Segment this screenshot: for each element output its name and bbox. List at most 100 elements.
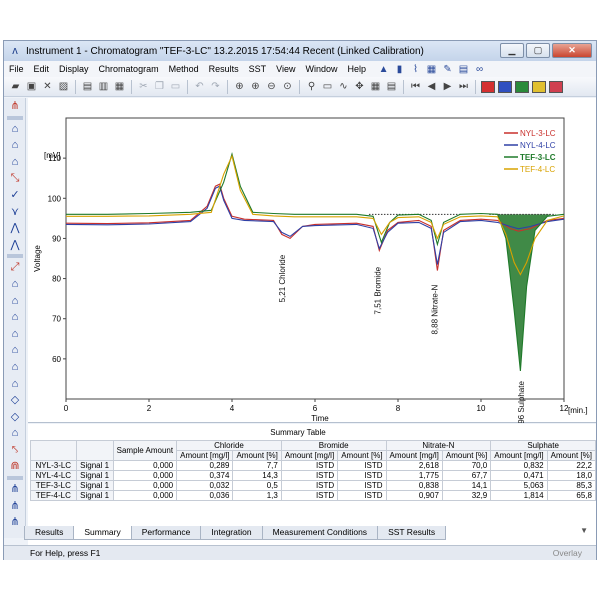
y-tick-label: 80 bbox=[52, 275, 61, 284]
chromatogram-chart[interactable]: NYL-3-LC NYL-4-LC TEF-3-LC TEF-4-LC 5,21 Chl… bbox=[28, 98, 596, 435]
app-icon: ᴧ bbox=[12, 45, 18, 57]
zoom-out-icon[interactable]: ⊖ bbox=[264, 79, 279, 94]
close-button[interactable]: ✕ bbox=[552, 43, 592, 58]
copy-icon[interactable]: ❐ bbox=[152, 79, 167, 94]
baseline-tool-11-icon[interactable]: ⌂ bbox=[7, 426, 23, 440]
plot-frame bbox=[65, 117, 565, 400]
redo-icon[interactable]: ↷ bbox=[208, 79, 223, 94]
baseline-tool-7-icon[interactable]: ⌂ bbox=[7, 360, 23, 374]
save-icon[interactable]: ▣ bbox=[24, 79, 39, 94]
cell: ISTD bbox=[337, 480, 387, 491]
table-row[interactable]: TEF-4-LC Signal 1 0,000 0,036 1,3 ISTD I… bbox=[30, 490, 597, 501]
next-icon[interactable]: ▶ bbox=[440, 79, 455, 94]
cell: 32,9 bbox=[441, 490, 492, 501]
tab-results[interactable]: Results bbox=[24, 526, 75, 540]
legend-entry: TEF-3-LC bbox=[520, 153, 556, 162]
row-sample: 0,000 bbox=[112, 460, 178, 471]
layout-icon[interactable]: ▤ bbox=[384, 79, 399, 94]
table-row[interactable]: NYL-4-LC Signal 1 0,000 0,374 14,3 ISTD … bbox=[30, 470, 597, 481]
minimize-button[interactable]: ▁ bbox=[500, 43, 524, 58]
peak-tool-8-icon[interactable]: ⋀ bbox=[7, 238, 23, 252]
zoom-icon[interactable]: ⊕ bbox=[232, 79, 247, 94]
menu-sst[interactable]: SST bbox=[244, 61, 272, 77]
menu-view[interactable]: View bbox=[271, 61, 300, 77]
paste-icon[interactable]: ▭ bbox=[168, 79, 183, 94]
peak-tool-1-icon[interactable]: ⌂ bbox=[7, 122, 23, 136]
peak-tool-5-icon[interactable]: ✓ bbox=[7, 188, 23, 202]
first-icon[interactable]: ⏮ bbox=[408, 79, 423, 94]
maximize-button[interactable]: ▢ bbox=[526, 43, 550, 58]
sequence-icon[interactable]: ▤ bbox=[457, 63, 470, 76]
peak-tool-2-icon[interactable]: ⌂ bbox=[7, 138, 23, 152]
table-row[interactable]: NYL-3-LC Signal 1 0,000 0,289 7,7 ISTD I… bbox=[30, 460, 597, 471]
move-icon[interactable]: ✥ bbox=[352, 79, 367, 94]
menu-edit[interactable]: Edit bbox=[29, 61, 55, 77]
menu-display[interactable]: Display bbox=[54, 61, 94, 77]
baseline-tool-1-icon[interactable]: ⤢ bbox=[7, 260, 23, 274]
delete-icon[interactable]: ✕ bbox=[40, 79, 55, 94]
export-icon[interactable]: ▨ bbox=[56, 79, 71, 94]
undo-icon[interactable]: ↶ bbox=[192, 79, 207, 94]
cut-icon[interactable]: ✂ bbox=[136, 79, 151, 94]
peak-id-tool-1-icon[interactable]: ⋔ bbox=[7, 482, 23, 496]
baseline-tool-10-icon[interactable]: ◇ bbox=[7, 410, 23, 424]
report-icon[interactable]: ✎ bbox=[441, 63, 454, 76]
tab-summary[interactable]: Summary bbox=[73, 526, 132, 540]
calibration-icon[interactable]: ▮ bbox=[393, 63, 406, 76]
baseline-tool-12-icon[interactable]: ⤣ bbox=[7, 443, 23, 457]
table-row[interactable]: TEF-3-LC Signal 1 0,000 0,032 0,5 ISTD I… bbox=[30, 480, 597, 491]
color-yellow-icon[interactable] bbox=[532, 80, 546, 93]
zoom-in-icon[interactable]: ⊕ bbox=[248, 79, 263, 94]
baseline-tool-3-icon[interactable]: ⌂ bbox=[7, 294, 23, 308]
menu-file[interactable]: File bbox=[4, 61, 29, 77]
tab-performance[interactable]: Performance bbox=[130, 526, 202, 540]
cell: 85,3 bbox=[546, 480, 597, 491]
tab-sst-results[interactable]: SST Results bbox=[377, 526, 447, 540]
previous-icon[interactable]: ◀ bbox=[424, 79, 439, 94]
peak-tool-3-icon[interactable]: ⌂ bbox=[7, 155, 23, 169]
baseline-tool-2-icon[interactable]: ⌂ bbox=[7, 277, 23, 291]
peak-tool-7-icon[interactable]: ⋀ bbox=[7, 221, 23, 235]
link-icon[interactable]: ∞ bbox=[473, 63, 486, 76]
tab-integration[interactable]: Integration bbox=[200, 526, 263, 540]
peak-tool-4-icon[interactable]: ⤡ bbox=[7, 171, 23, 185]
grid-icon[interactable]: ▦ bbox=[368, 79, 383, 94]
tabs-scroll-down-icon[interactable]: ▼ bbox=[580, 526, 588, 535]
table-icon[interactable]: ▦ bbox=[425, 63, 438, 76]
baseline-tool-5-icon[interactable]: ⌂ bbox=[7, 327, 23, 341]
status-bar: For Help, press F1 Overlay bbox=[4, 545, 596, 560]
integration-tool-icon[interactable]: ⋔ bbox=[7, 99, 23, 113]
last-icon[interactable]: ⏭ bbox=[456, 79, 471, 94]
header-sub-amount-pct: Amount [%] bbox=[337, 450, 387, 461]
measure-icon[interactable]: ⚲ bbox=[304, 79, 319, 94]
printer-icon[interactable]: ▦ bbox=[112, 79, 127, 94]
baseline-tool-6-icon[interactable]: ⌂ bbox=[7, 343, 23, 357]
baseline-tool-8-icon[interactable]: ⌂ bbox=[7, 377, 23, 391]
open-icon[interactable]: ▰ bbox=[8, 79, 23, 94]
menu-method[interactable]: Method bbox=[164, 61, 204, 77]
print-preview-icon[interactable]: ▥ bbox=[96, 79, 111, 94]
baseline-tool-13-icon[interactable]: ⋒ bbox=[7, 459, 23, 473]
graph-icon[interactable]: ⌇ bbox=[409, 63, 422, 76]
baseline-tool-9-icon[interactable]: ◇ bbox=[7, 393, 23, 407]
instrument-icon[interactable]: ▲ bbox=[377, 63, 390, 76]
color-blue-icon[interactable] bbox=[498, 80, 512, 93]
peak-tool-6-icon[interactable]: ⋎ bbox=[7, 205, 23, 219]
color-red-icon[interactable] bbox=[481, 80, 495, 93]
print-icon[interactable]: ▤ bbox=[80, 79, 95, 94]
comment-icon[interactable]: ▭ bbox=[320, 79, 335, 94]
menu-chromatogram[interactable]: Chromatogram bbox=[94, 61, 164, 77]
color-pink-icon[interactable] bbox=[549, 80, 563, 93]
overlay-icon[interactable]: ∿ bbox=[336, 79, 351, 94]
tab-measurement-conditions[interactable]: Measurement Conditions bbox=[261, 526, 379, 540]
color-green-icon[interactable] bbox=[515, 80, 529, 93]
peak-id-tool-3-icon[interactable]: ⋔ bbox=[7, 515, 23, 529]
zoom-reset-icon[interactable]: ⊙ bbox=[280, 79, 295, 94]
baseline-tool-4-icon[interactable]: ⌂ bbox=[7, 310, 23, 324]
row-sample: 0,000 bbox=[112, 490, 178, 501]
menu-window[interactable]: Window bbox=[301, 61, 343, 77]
y-axis-unit: [mV] bbox=[44, 151, 60, 160]
menu-help[interactable]: Help bbox=[343, 61, 372, 77]
menu-results[interactable]: Results bbox=[204, 61, 244, 77]
peak-id-tool-2-icon[interactable]: ⋔ bbox=[7, 499, 23, 513]
